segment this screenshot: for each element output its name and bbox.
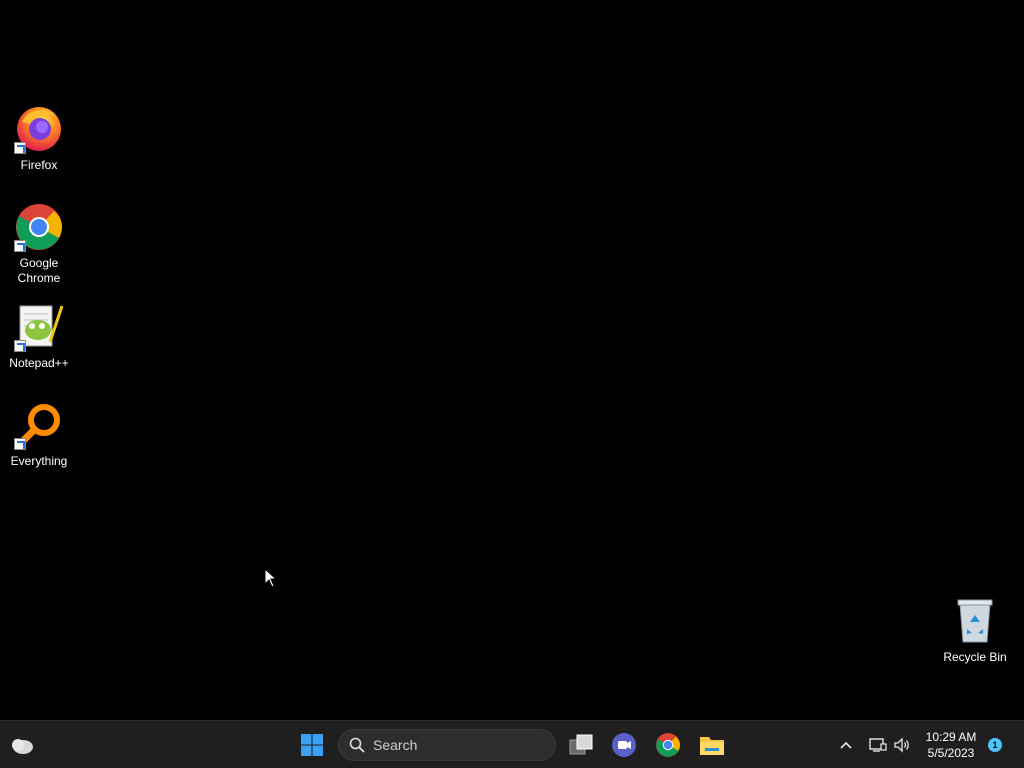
desktop-icon-label: Google Chrome <box>17 256 61 285</box>
desktop: Firefox Google Chrome Notepad++ Everythi… <box>0 0 1024 720</box>
desktop-icon-notepadpp[interactable]: Notepad++ <box>1 302 77 371</box>
search-icon <box>349 737 365 753</box>
desktop-icon-label: Everything <box>10 454 68 468</box>
show-hidden-icons-button[interactable] <box>830 729 862 761</box>
taskbar-search[interactable]: Search <box>338 729 556 761</box>
volume-button[interactable] <box>886 729 918 761</box>
chat-button[interactable] <box>608 729 640 761</box>
widgets-button[interactable] <box>6 729 38 761</box>
taskbar: Search 10:29 AM 5/5/2023 1 <box>0 720 1024 768</box>
file-explorer-icon <box>700 737 724 755</box>
volume-icon <box>894 737 909 753</box>
notepadpp-icon <box>14 302 64 352</box>
desktop-icon-recycle-bin[interactable]: Recycle Bin <box>937 596 1013 665</box>
mouse-cursor-icon <box>264 568 278 588</box>
clock-date: 5/5/2023 <box>927 746 975 760</box>
firefox-icon <box>14 104 64 154</box>
start-button[interactable] <box>296 729 328 761</box>
desktop-icon-everything[interactable]: Everything <box>1 400 77 469</box>
desktop-icon-label: Recycle Bin <box>943 650 1007 664</box>
task-view-button[interactable] <box>565 729 597 761</box>
network-icon <box>869 738 887 752</box>
file-explorer-button[interactable] <box>696 729 728 761</box>
clock-time: 10:29 AM <box>925 730 977 744</box>
notification-badge[interactable]: 1 <box>988 738 1002 752</box>
weather-icon <box>12 739 33 754</box>
recycle-bin-icon <box>950 596 1000 646</box>
taskbar-clock[interactable]: 10:29 AM 5/5/2023 <box>918 729 984 761</box>
task-view-icon <box>569 734 593 755</box>
desktop-icon-label: Notepad++ <box>9 356 69 370</box>
chrome-icon <box>14 202 64 252</box>
windows-start-icon <box>301 734 323 756</box>
desktop-icon-firefox[interactable]: Firefox <box>1 104 77 173</box>
desktop-icon-google-chrome[interactable]: Google Chrome <box>1 202 77 286</box>
chrome-icon <box>656 733 680 757</box>
search-label: Search <box>373 737 418 753</box>
teams-chat-icon <box>612 733 636 757</box>
desktop-icon-label: Firefox <box>20 158 58 172</box>
chevron-up-icon <box>840 741 852 749</box>
taskbar-chrome-button[interactable] <box>652 729 684 761</box>
everything-icon <box>14 400 64 450</box>
